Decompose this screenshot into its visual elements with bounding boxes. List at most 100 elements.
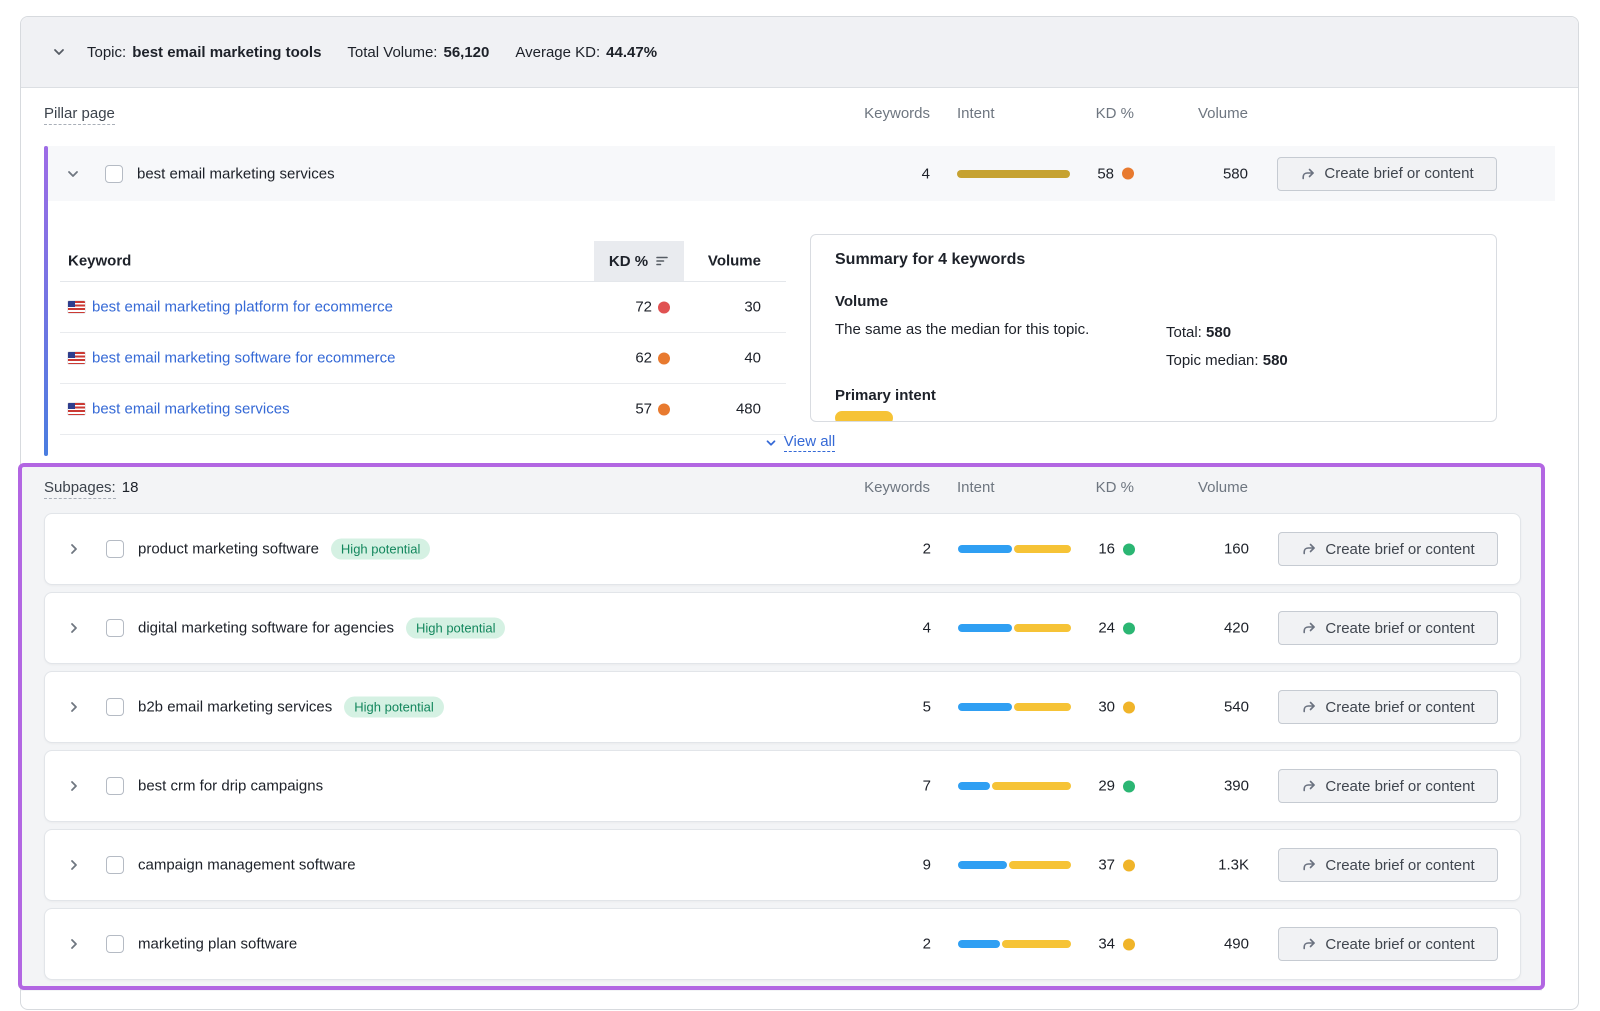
subpage-checkbox[interactable] — [106, 935, 124, 953]
subpage-title[interactable]: product marketing software — [138, 541, 319, 558]
pillar-columns-header: Pillar page Keywords Intent KD % Volume — [44, 105, 1554, 125]
create-brief-label: Create brief or content — [1324, 165, 1473, 182]
create-brief-label: Create brief or content — [1325, 541, 1474, 558]
chevron-right-icon[interactable] — [66, 936, 82, 952]
keyword-link[interactable]: best email marketing platform for ecomme… — [92, 299, 393, 316]
summary-total-line: Total: 580 — [1166, 319, 1288, 347]
keywords-count: 7 — [831, 778, 931, 795]
topic-label: Topic: — [87, 44, 126, 61]
kd-dot — [1123, 543, 1135, 555]
chevron-down-icon[interactable] — [65, 166, 81, 182]
keywords-count: 9 — [831, 857, 931, 874]
subpage-checkbox[interactable] — [106, 698, 124, 716]
col-keyword: Keyword — [68, 253, 131, 270]
pillar-title[interactable]: best email marketing services — [137, 165, 335, 182]
subpage-title-cell: digital marketing software for agencies … — [138, 618, 505, 639]
kd-sort-header[interactable]: KD % — [594, 241, 684, 281]
subpage-checkbox[interactable] — [106, 856, 124, 874]
create-brief-button[interactable]: Create brief or content — [1278, 532, 1498, 566]
summary-panel: Summary for 4 keywords Volume The same a… — [810, 234, 1497, 422]
pillar-row: best email marketing services 4 58 580 C… — [44, 146, 1555, 201]
col-keywords: Keywords — [830, 479, 930, 496]
subpage-title-cell: best crm for drip campaigns — [138, 778, 323, 795]
volume-value: 490 — [1149, 936, 1249, 953]
summary-volume-description: The same as the median for this topic. — [835, 321, 1089, 338]
subpages-label-wrap: Subpages: 18 — [44, 479, 138, 499]
subpage-title[interactable]: campaign management software — [138, 857, 356, 874]
create-brief-button[interactable]: Create brief or content — [1278, 769, 1498, 803]
subpages-label[interactable]: Subpages: — [44, 479, 116, 499]
pillar-checkbox[interactable] — [105, 165, 123, 183]
subpage-row: b2b email marketing services High potent… — [44, 671, 1521, 743]
keyword-link[interactable]: best email marketing software for ecomme… — [92, 350, 395, 367]
subpage-title-cell: product marketing software High potentia… — [138, 539, 430, 560]
subpage-title-cell: campaign management software — [138, 857, 356, 874]
subpage-checkbox[interactable] — [106, 540, 124, 558]
topic-value: best email marketing tools — [132, 44, 321, 61]
kd-value: 37 — [1098, 857, 1115, 874]
chevron-right-icon[interactable] — [66, 778, 82, 794]
total-volume-value: 56,120 — [443, 44, 489, 61]
forward-arrow-icon — [1301, 620, 1317, 636]
col-kd: KD % — [1014, 105, 1134, 122]
pillar-page-label[interactable]: Pillar page — [44, 105, 115, 125]
keyword-row: best email marketing platform for ecomme… — [60, 282, 786, 333]
kd-dot — [1123, 780, 1135, 792]
kd-dot — [1123, 701, 1135, 713]
view-all-link[interactable]: View all — [21, 433, 1578, 452]
subpage-title[interactable]: digital marketing software for agencies — [138, 620, 394, 637]
volume-value: 30 — [670, 299, 761, 316]
kd-cell: 30 — [1015, 699, 1135, 716]
us-flag-icon — [68, 352, 85, 364]
keyword-link[interactable]: best email marketing services — [92, 401, 290, 418]
view-all-label: View all — [784, 433, 835, 452]
create-brief-button[interactable]: Create brief or content — [1278, 611, 1498, 645]
kd-dot — [658, 301, 670, 313]
col-volume: Volume — [1148, 479, 1248, 496]
average-kd-label: Average KD: — [515, 44, 600, 61]
total-label: Total: — [1166, 324, 1202, 341]
keywords-count: 2 — [831, 541, 931, 558]
create-brief-button[interactable]: Create brief or content — [1277, 157, 1497, 191]
forward-arrow-icon — [1301, 778, 1317, 794]
subpage-title[interactable]: marketing plan software — [138, 936, 297, 953]
subpage-row: campaign management software 9 37 1.3K C… — [44, 829, 1521, 901]
create-brief-label: Create brief or content — [1325, 699, 1474, 716]
col-kd: KD % — [1014, 479, 1134, 496]
create-brief-label: Create brief or content — [1325, 620, 1474, 637]
kd-cell: 16 — [1015, 541, 1135, 558]
create-brief-button[interactable]: Create brief or content — [1278, 927, 1498, 961]
summary-volume-heading: Volume — [835, 293, 888, 310]
chevron-down-icon — [764, 436, 778, 450]
create-brief-button[interactable]: Create brief or content — [1278, 848, 1498, 882]
volume-value: 480 — [670, 401, 761, 418]
volume-value: 390 — [1149, 778, 1249, 795]
keyword-table-header: Keyword KD % Volume — [60, 241, 786, 282]
kd-cell: 29 — [1015, 778, 1135, 795]
collapse-topic-chevron-icon[interactable] — [51, 44, 67, 60]
subpage-checkbox[interactable] — [106, 777, 124, 795]
volume-value: 540 — [1149, 699, 1249, 716]
keyword-row: best email marketing software for ecomme… — [60, 333, 786, 384]
kd-value: 30 — [1098, 699, 1115, 716]
subpage-checkbox[interactable] — [106, 619, 124, 637]
volume-value: 40 — [670, 350, 761, 367]
keywords-count: 4 — [831, 620, 931, 637]
chevron-right-icon[interactable] — [66, 541, 82, 557]
kd-dot — [1123, 938, 1135, 950]
volume-value: 1.3K — [1149, 857, 1249, 874]
subpage-title[interactable]: best crm for drip campaigns — [138, 778, 323, 795]
create-brief-button[interactable]: Create brief or content — [1278, 690, 1498, 724]
chevron-right-icon[interactable] — [66, 857, 82, 873]
total-value: 580 — [1206, 324, 1231, 341]
subpage-title[interactable]: b2b email marketing services — [138, 699, 332, 716]
col-keywords: Keywords — [830, 105, 930, 122]
subpage-title-cell: b2b email marketing services High potent… — [138, 697, 444, 718]
chevron-right-icon[interactable] — [66, 620, 82, 636]
chevron-right-icon[interactable] — [66, 699, 82, 715]
kd-cell: 58 — [1014, 165, 1134, 182]
kd-value: 62 — [635, 350, 652, 367]
subpage-cards: product marketing software High potentia… — [44, 513, 1521, 987]
pillar-kd-dot — [1122, 168, 1134, 180]
topic-panel: Topic: best email marketing tools Total … — [20, 16, 1579, 1010]
